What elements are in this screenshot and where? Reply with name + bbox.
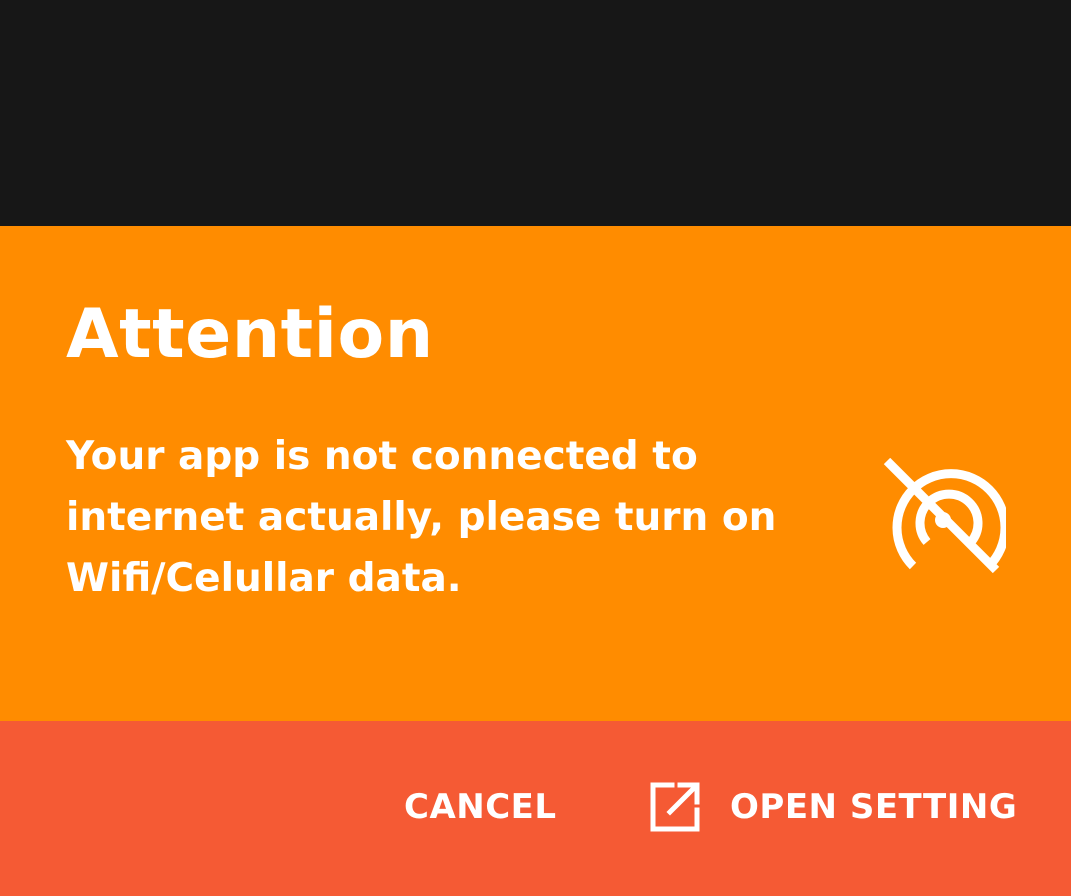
wifi-off-icon [883, 458, 1006, 574]
open-in-new-icon [650, 782, 700, 832]
open-setting-button[interactable]: OPEN SETTING [648, 777, 1017, 837]
dialog-message: Your app is not connected to internet ac… [66, 434, 777, 601]
dialog-title: Attention [66, 295, 434, 374]
backdrop [0, 0, 1071, 226]
screen: Attention Your app is not connected to i… [0, 0, 1071, 896]
cancel-button-label: CANCEL [404, 787, 557, 827]
cancel-button[interactable]: CANCEL [404, 777, 557, 837]
dialog-actions: CANCEL OPEN SETTING [0, 721, 1071, 896]
alert-dialog: Attention Your app is not connected to i… [0, 226, 1071, 721]
open-setting-button-label: OPEN SETTING [730, 787, 1018, 827]
